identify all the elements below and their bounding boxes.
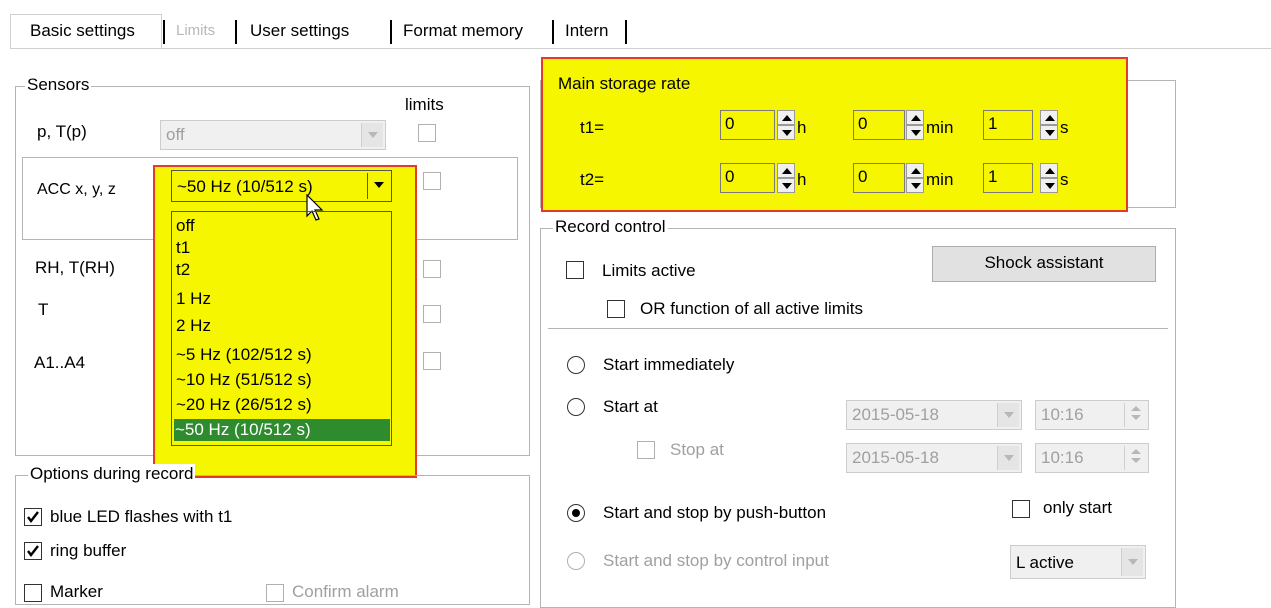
tab-format-memory[interactable]: Format memory [395, 14, 531, 48]
only-start-checkbox[interactable] [1012, 500, 1030, 518]
t1-minutes-unit: min [926, 118, 954, 137]
t2-hours-field[interactable]: 0 [720, 163, 775, 193]
storage-rate-title: Main storage rate [556, 74, 693, 94]
dropdown-option[interactable]: 2 Hz [175, 315, 211, 337]
control-input-label: Start and stop by control input [603, 551, 829, 570]
limits-active-checkbox[interactable] [566, 261, 584, 279]
confirm-alarm-label: Confirm alarm [292, 582, 399, 601]
sensor-label-a1a4: A1..A4 [34, 353, 86, 372]
dropdown-option-selected[interactable]: ~50 Hz (10/512 s) [174, 419, 390, 441]
t2-seconds-spinner[interactable] [1040, 163, 1058, 193]
start-at-label: Start at [603, 397, 658, 416]
acc-rate-dropdown-list: off t1 t2 1 Hz 2 Hz ~5 Hz (102/512 s) ~1… [171, 211, 392, 446]
start-immediately-radio[interactable] [567, 356, 585, 374]
dropdown-option[interactable]: ~5 Hz (102/512 s) [175, 344, 312, 366]
tab-strip: Basic settings Limits User settings Form… [10, 14, 1271, 48]
sensor-label-acc: ACC x, y, z [37, 181, 116, 198]
blue-led-checkbox[interactable] [24, 508, 42, 526]
control-input-mode-combo[interactable]: L active [1010, 545, 1146, 579]
options-title: Options during record [28, 464, 196, 484]
or-function-checkbox[interactable] [607, 300, 625, 318]
stop-at-label: Stop at [670, 440, 724, 459]
limits-active-label: Limits active [602, 261, 696, 280]
marker-label: Marker [50, 582, 103, 601]
sensor-rh-limits-checkbox[interactable] [423, 260, 441, 278]
dropdown-option[interactable]: t2 [175, 259, 190, 281]
separator [548, 328, 1168, 329]
spinner-icon [1124, 403, 1146, 427]
t1-label: t1= [580, 118, 605, 137]
sensor-label-rh: RH, T(RH) [35, 258, 115, 277]
chevron-down-icon [997, 403, 1019, 427]
t2-hours-unit: h [797, 170, 807, 189]
sensor-p-combo[interactable]: off [160, 120, 386, 150]
t1-seconds-unit: s [1060, 118, 1069, 137]
t2-minutes-spinner[interactable] [906, 163, 924, 193]
dropdown-option[interactable]: 1 Hz [175, 288, 211, 310]
t1-hours-spinner[interactable] [777, 110, 795, 140]
t1-hours-unit: h [797, 118, 807, 137]
stop-at-checkbox[interactable] [637, 441, 655, 459]
t1-seconds-spinner[interactable] [1040, 110, 1058, 140]
start-date-picker[interactable]: 2015-05-18 [846, 400, 1022, 430]
push-button-label: Start and stop by push-button [603, 503, 827, 522]
or-function-label: OR function of all active limits [640, 299, 863, 318]
t2-seconds-field[interactable]: 1 [983, 163, 1033, 193]
stop-date-picker[interactable]: 2015-05-18 [846, 443, 1022, 473]
t2-label: t2= [580, 170, 605, 189]
marker-checkbox[interactable] [24, 584, 42, 602]
dropdown-option[interactable]: ~20 Hz (26/512 s) [175, 394, 312, 416]
chevron-down-icon [1121, 548, 1143, 576]
sensor-label-p: p, T(p) [37, 122, 87, 141]
dropdown-option[interactable]: ~10 Hz (51/512 s) [175, 369, 312, 391]
shock-assistant-button[interactable]: Shock assistant [932, 246, 1156, 282]
limits-column-header: limits [405, 95, 444, 114]
ring-buffer-checkbox[interactable] [24, 542, 42, 560]
chevron-down-icon[interactable] [367, 173, 389, 199]
dropdown-option[interactable]: t1 [175, 237, 190, 259]
dropdown-option[interactable]: off [175, 215, 195, 237]
start-at-radio[interactable] [567, 398, 585, 416]
t2-hours-spinner[interactable] [777, 163, 795, 193]
push-button-radio[interactable] [567, 504, 585, 522]
start-immediately-label: Start immediately [603, 355, 735, 374]
stop-time-field[interactable]: 10:16 [1035, 443, 1149, 473]
record-control-title: Record control [553, 217, 668, 237]
start-time-field[interactable]: 10:16 [1035, 400, 1149, 430]
tab-intern[interactable]: Intern [557, 14, 616, 48]
t1-minutes-spinner[interactable] [906, 110, 924, 140]
acc-rate-combo[interactable]: ~50 Hz (10/512 s) [171, 170, 392, 202]
tab-limits[interactable]: Limits [168, 14, 223, 48]
sensor-acc-limits-checkbox[interactable] [423, 172, 441, 190]
sensors-title: Sensors [25, 75, 92, 95]
tab-basic-settings[interactable]: Basic settings [22, 14, 143, 48]
only-start-label: only start [1043, 498, 1112, 517]
t2-minutes-field[interactable]: 0 [853, 163, 905, 193]
spinner-icon [1124, 446, 1146, 470]
blue-led-label: blue LED flashes with t1 [50, 507, 233, 526]
sensor-a1a4-limits-checkbox[interactable] [423, 352, 441, 370]
sensor-t-limits-checkbox[interactable] [423, 305, 441, 323]
confirm-alarm-checkbox[interactable] [266, 584, 284, 602]
ring-buffer-label: ring buffer [50, 541, 127, 560]
t2-minutes-unit: min [926, 170, 954, 189]
chevron-down-icon [997, 446, 1019, 470]
t1-minutes-field[interactable]: 0 [853, 110, 905, 140]
sensor-label-t: T [38, 300, 49, 319]
control-input-radio[interactable] [567, 552, 585, 570]
t1-hours-field[interactable]: 0 [720, 110, 775, 140]
t2-seconds-unit: s [1060, 170, 1069, 189]
tab-user-settings[interactable]: User settings [242, 14, 357, 48]
t1-seconds-field[interactable]: 1 [983, 110, 1033, 140]
sensor-p-limits-checkbox[interactable] [418, 124, 436, 142]
chevron-down-icon [361, 123, 383, 147]
